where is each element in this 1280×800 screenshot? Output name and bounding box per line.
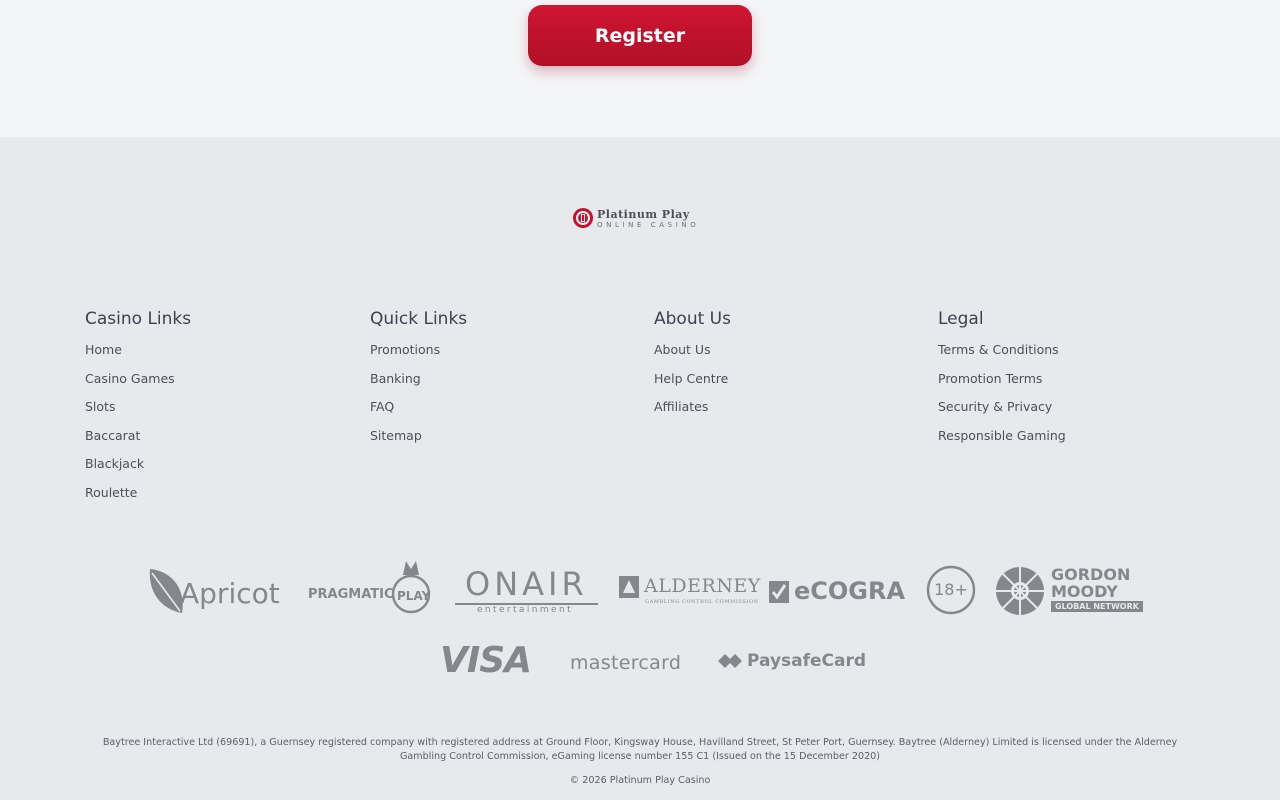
footer-link-roulette[interactable]: Roulette (85, 485, 345, 515)
footer-link-affiliates[interactable]: Affiliates (654, 400, 914, 429)
footer-link-home[interactable]: Home (85, 343, 345, 372)
apricot-wordmark: Apricot (180, 577, 280, 610)
diamond-icon (718, 654, 742, 668)
payment-logos: VISA mastercard PaysafeCard (0, 640, 1280, 684)
footer-link-security-privacy[interactable]: Security & Privacy (938, 400, 1198, 429)
logo-title: Platinum Play (597, 208, 690, 221)
platinum-play-logo[interactable]: Platinum Play ONLINE CASINO (572, 207, 712, 231)
moody-wordmark: MOODY (1051, 582, 1118, 601)
footer-link-about-us[interactable]: About Us (654, 343, 914, 372)
register-button[interactable]: Register (528, 5, 752, 66)
crown-icon (391, 561, 431, 614)
footer-link-blackjack[interactable]: Blackjack (85, 457, 345, 486)
partner-logos: Apricot PRAGMATIC PLAY ONAIR entertainme… (0, 555, 1280, 625)
checkmark-icon (769, 581, 789, 603)
roulette-wheel-icon (573, 208, 593, 228)
paysafecard-logo[interactable]: PaysafeCard (718, 651, 866, 675)
footer-link-terms-conditions[interactable]: Terms & Conditions (938, 343, 1198, 372)
register-section: Register (0, 0, 1280, 137)
footer-link-promotion-terms[interactable]: Promotion Terms (938, 371, 1198, 401)
footer-link-baccarat[interactable]: Baccarat (85, 428, 345, 458)
gordon-moody-logo[interactable]: GORDON MOODY GLOBAL NETWORK (994, 565, 1143, 617)
pragmatic-play-wordmark: PLAY (397, 589, 431, 603)
age-18-plus-badge[interactable]: 18+ (926, 565, 976, 615)
ecogra-wordmark: eCOGRA (794, 577, 906, 605)
alderney-wordmark: ALDERNEY (644, 575, 761, 597)
paysafecard-wordmark: PaysafeCard (747, 651, 867, 671)
legal-column: Legal Terms & Conditions Promotion Terms… (938, 307, 1198, 457)
visa-logo[interactable]: VISA (440, 640, 532, 681)
column-heading: Quick Links (370, 309, 468, 329)
footer-link-banking[interactable]: Banking (370, 371, 630, 401)
pragmatic-play-logo[interactable]: PRAGMATIC PLAY (307, 559, 433, 617)
column-heading: About Us (654, 309, 731, 329)
footer-link-help-centre[interactable]: Help Centre (654, 371, 914, 401)
flower-icon (996, 567, 1044, 615)
onair-logo[interactable]: ONAIR entertainment (455, 563, 600, 619)
logo-subtitle: ONLINE CASINO (597, 221, 700, 229)
onair-wordmark: ONAIR (465, 565, 588, 603)
legal-disclaimer: Baytree Interactive Ltd (69691), a Guern… (102, 737, 1178, 762)
ecogra-logo[interactable]: eCOGRA (768, 577, 910, 607)
crest-icon (619, 576, 639, 598)
about-us-column: About Us About Us Help Centre Affiliates (654, 307, 914, 429)
alderney-logo[interactable]: ALDERNEY GAMBLING CONTROL COMMISSION (618, 575, 760, 609)
footer-link-responsible-gaming[interactable]: Responsible Gaming (938, 428, 1198, 458)
apricot-logo[interactable]: Apricot (146, 565, 281, 617)
footer-link-promotions[interactable]: Promotions (370, 343, 630, 372)
quick-links-column: Quick Links Promotions Banking FAQ Sitem… (370, 307, 630, 457)
casino-links-column: Casino Links Home Casino Games Slots Bac… (85, 307, 345, 514)
global-network-label: GLOBAL NETWORK (1051, 601, 1143, 612)
footer-link-faq[interactable]: FAQ (370, 400, 630, 429)
footer-link-sitemap[interactable]: Sitemap (370, 428, 630, 458)
footer-link-casino-games[interactable]: Casino Games (85, 371, 345, 401)
copyright: © 2026 Platinum Play Casino (569, 775, 711, 786)
alderney-subtitle: GAMBLING CONTROL COMMISSION (645, 599, 759, 605)
age-label: 18+ (934, 580, 968, 599)
column-heading: Casino Links (85, 309, 192, 329)
pragmatic-wordmark: PRAGMATIC (308, 587, 394, 602)
onair-subtitle: entertainment (477, 605, 573, 615)
column-heading: Legal (938, 309, 984, 329)
mastercard-logo[interactable]: mastercard (570, 652, 681, 674)
footer-link-slots[interactable]: Slots (85, 400, 345, 429)
